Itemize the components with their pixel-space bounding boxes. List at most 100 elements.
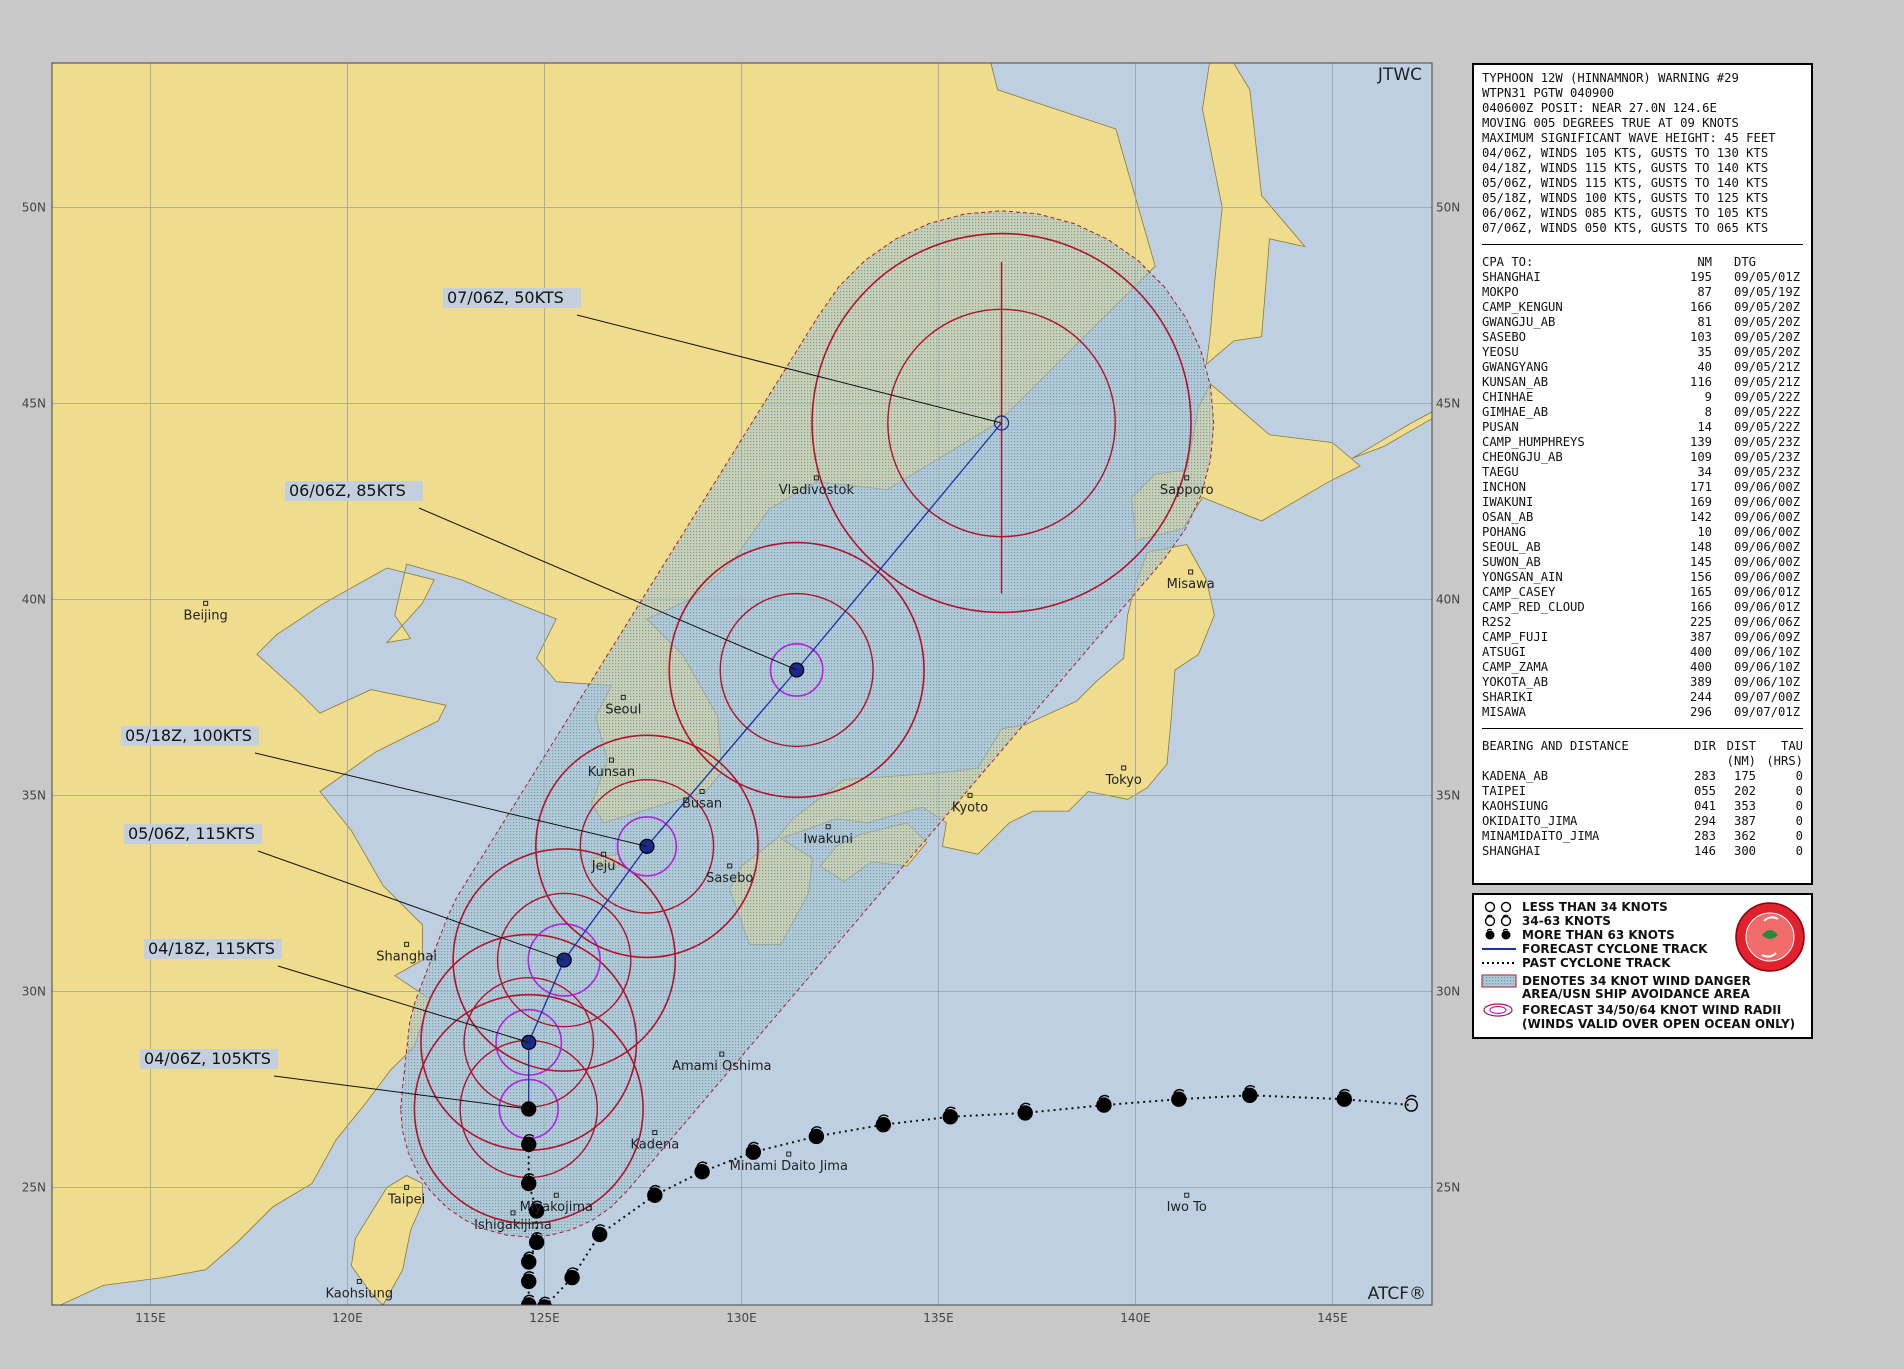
- cpa-site: SHARIKI: [1482, 690, 1534, 704]
- past-position-marker: [521, 1254, 537, 1270]
- cpa-row: GIMHAE_AB 8 09/05/22Z: [1482, 405, 1803, 420]
- city-label: Beijing: [184, 608, 228, 623]
- cpa-distance: 139: [1689, 435, 1712, 449]
- city-label: Iwo To: [1167, 1200, 1207, 1215]
- forecast-callout-label: 07/06Z, 50KTS: [447, 288, 564, 307]
- cpa-time: 09/06/00Z: [1734, 525, 1801, 539]
- cpa-site: SEOUL_AB: [1482, 540, 1541, 554]
- bd-row: OKIDAITO_JIMA 294 387 0: [1482, 814, 1803, 829]
- cpa-distance: 400: [1689, 645, 1712, 659]
- city-label: Sasebo: [706, 871, 753, 886]
- cpa-time: 09/05/23Z: [1734, 450, 1801, 464]
- cpa-row: CHEONGJU_AB 109 09/05/23Z: [1482, 450, 1803, 465]
- cpa-distance: 35: [1697, 345, 1712, 359]
- cpa-time: 09/06/00Z: [1734, 480, 1801, 494]
- legend-panel: LESS THAN 34 KNOTS 34-63 KNOTS MORE THAN…: [1472, 893, 1813, 1039]
- bd-tau: 0: [1795, 799, 1803, 813]
- cpa-distance: 81: [1697, 315, 1712, 329]
- cpa-distance: 156: [1689, 570, 1712, 584]
- past-position-marker: [942, 1109, 959, 1125]
- cpa-time: 09/05/22Z: [1734, 390, 1801, 404]
- bd-distance: 387: [1733, 814, 1756, 828]
- warning-header-line: WTPN31 PGTW 040900: [1482, 86, 1615, 100]
- lat-label-right: 40N: [1436, 592, 1460, 606]
- cpa-distance: 14: [1697, 420, 1712, 434]
- wind-radii-icon: [1483, 1003, 1513, 1017]
- cpa-site: CAMP_ZAMA: [1482, 660, 1549, 674]
- cpa-distance: 166: [1689, 300, 1712, 314]
- lon-label: 125E: [529, 1311, 560, 1325]
- cpa-time: 09/06/10Z: [1734, 645, 1801, 659]
- cpa-site: CHEONGJU_AB: [1482, 450, 1563, 464]
- cpa-time: 09/05/20Z: [1734, 330, 1801, 344]
- cpa-site: SUWON_AB: [1482, 555, 1541, 569]
- warning-header-line: 040600Z POSIT: NEAR 27.0N 124.6E: [1482, 101, 1717, 115]
- lat-label-right: 45N: [1436, 396, 1460, 410]
- cpa-site: GWANGJU_AB: [1482, 315, 1556, 329]
- lon-label: 145E: [1317, 1311, 1348, 1325]
- cpa-time: 09/05/21Z: [1734, 375, 1801, 389]
- cpa-time: 09/06/01Z: [1734, 600, 1801, 614]
- cpa-site: ATSUGI: [1482, 645, 1527, 659]
- past-position-marker: [564, 1269, 580, 1286]
- cpa-site: GWANGYANG: [1482, 360, 1549, 374]
- cpa-site: INCHON: [1482, 480, 1527, 494]
- city-label: Kadena: [630, 1138, 679, 1153]
- cpa-site: R2S2: [1482, 615, 1512, 629]
- cpa-row: POHANG 10 09/06/00Z: [1482, 525, 1803, 540]
- cpa-table-header: CPA TO: NM DTG: [1482, 255, 1757, 269]
- cpa-distance: 296: [1689, 705, 1712, 719]
- cpa-row: SUWON_AB 145 09/06/00Z: [1482, 555, 1803, 570]
- cpa-row: SHANGHAI 195 09/05/01Z: [1482, 270, 1803, 285]
- city-label: Miyakojima: [520, 1200, 593, 1215]
- cpa-row: YONGSAN_AIN 156 09/06/00Z: [1482, 570, 1803, 585]
- city-label: Kyoto: [952, 800, 988, 815]
- lat-label-right: 50N: [1436, 200, 1460, 214]
- bd-site: SHANGHAI: [1482, 844, 1541, 858]
- bd-direction: 283: [1693, 769, 1716, 783]
- cpa-distance: 109: [1689, 450, 1712, 464]
- cpa-time: 09/05/21Z: [1734, 360, 1801, 374]
- cpa-time: 09/06/10Z: [1734, 675, 1801, 689]
- bd-row: KADENA_AB 283 175 0: [1482, 769, 1803, 784]
- bd-site: KAOHSIUNG: [1482, 799, 1549, 813]
- past-position-marker: [875, 1116, 892, 1133]
- cpa-distance: 9: [1704, 390, 1712, 404]
- legend-item-weak: LESS THAN 34 KNOTS: [1480, 900, 1668, 914]
- forecast-track-line-icon: [1482, 948, 1516, 950]
- half-typhoon-icon: [1484, 914, 1512, 927]
- cpa-row: OSAN_AB 142 09/06/00Z: [1482, 510, 1803, 525]
- cpa-row: CAMP_RED_CLOUD 166 09/06/01Z: [1482, 600, 1803, 615]
- city-label: Seoul: [605, 702, 641, 717]
- warning-header-line: TYPHOON 12W (HINNAMNOR) WARNING #29: [1482, 71, 1739, 85]
- cpa-time: 09/06/09Z: [1734, 630, 1801, 644]
- lat-label-left: 30N: [22, 984, 46, 998]
- cpa-row: CAMP_HUMPHREYS 139 09/05/23Z: [1482, 435, 1803, 450]
- cpa-site: MISAWA: [1482, 705, 1527, 719]
- legend-item-danger-area: DENOTES 34 KNOT WIND DANGER: [1480, 974, 1751, 988]
- city-label: Taipei: [387, 1192, 425, 1207]
- forecast-callout-label: 04/18Z, 115KTS: [148, 939, 275, 958]
- past-position-marker: [1171, 1091, 1187, 1107]
- cpa-time: 09/07/01Z: [1734, 705, 1801, 719]
- lat-label-right: 25N: [1436, 1180, 1460, 1194]
- city-label: Kaohsiung: [326, 1286, 394, 1301]
- bd-table-header: BEARING AND DISTANCE DIR DIST TAU: [1482, 739, 1803, 753]
- cpa-row: YOKOTA_AB 389 09/06/10Z: [1482, 675, 1803, 690]
- atcf-label: ATCF®: [1368, 1284, 1426, 1304]
- forecast-callout-label: 06/06Z, 85KTS: [289, 481, 406, 500]
- lon-label: 130E: [726, 1311, 757, 1325]
- cpa-site: CAMP_KENGUN: [1482, 300, 1563, 314]
- cpa-distance: 10: [1697, 525, 1712, 539]
- warning-header-line: 07/06Z, WINDS 050 KTS, GUSTS TO 065 KTS: [1482, 221, 1769, 235]
- jtwc-seal-icon: [1735, 902, 1805, 972]
- bd-distance: 353: [1733, 799, 1756, 813]
- bd-direction: 055: [1693, 784, 1716, 798]
- cpa-distance: 387: [1689, 630, 1712, 644]
- cpa-row: IWAKUNI 169 09/06/00Z: [1482, 495, 1803, 510]
- forecast-callout-label: 05/06Z, 115KTS: [128, 824, 255, 843]
- legend-item-wind-radii-line2: (WINDS VALID OVER OPEN OCEAN ONLY): [1522, 1017, 1796, 1031]
- cpa-site: CAMP_CASEY: [1482, 585, 1556, 599]
- cpa-row: PUSAN 14 09/05/22Z: [1482, 420, 1803, 435]
- cpa-row: CAMP_CASEY 165 09/06/01Z: [1482, 585, 1803, 600]
